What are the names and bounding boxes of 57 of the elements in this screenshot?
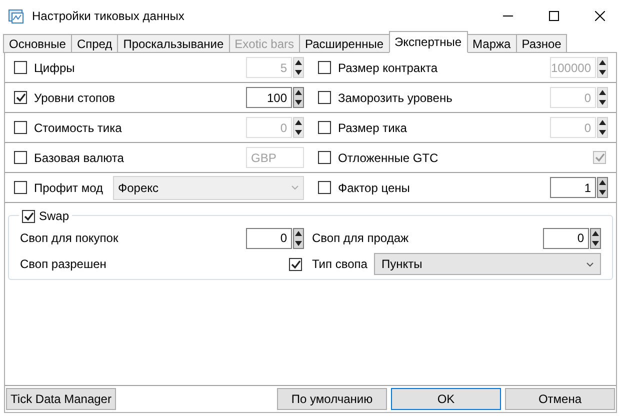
option-label: Заморозить уровень — [338, 90, 452, 106]
tab[interactable]: Расширенные — [299, 34, 390, 53]
checkbox[interactable] — [14, 61, 27, 74]
checkbox[interactable] — [318, 61, 331, 74]
checkbox[interactable] — [14, 181, 27, 194]
chevron-down-icon — [586, 262, 594, 266]
tab[interactable]: Проскальзывание — [117, 34, 230, 53]
option-label: Уровни стопов — [34, 90, 116, 106]
checkbox[interactable] — [14, 91, 27, 104]
dialog-button[interactable]: По умолчанию — [277, 388, 387, 410]
dropdown[interactable]: Пункты — [374, 253, 601, 275]
checkbox[interactable] — [22, 210, 35, 222]
checkmark-icon — [290, 260, 300, 268]
tab[interactable]: Разное — [516, 34, 568, 53]
checkbox[interactable] — [318, 91, 331, 104]
tab[interactable]: Экспертные — [388, 31, 468, 53]
option-label: Фактор цены — [338, 180, 410, 196]
group-label: Swap — [39, 208, 70, 225]
number-field[interactable]: 1 — [550, 177, 596, 198]
checkbox[interactable] — [14, 121, 27, 134]
field-label: Своп для продаж — [312, 230, 409, 247]
chevron-down-icon — [291, 185, 299, 190]
number-field[interactable]: 0 — [246, 228, 292, 248]
option-label: Базовая валюта — [34, 150, 124, 166]
number-field[interactable]: 100 — [246, 87, 292, 108]
option-label: Отложенные GTC — [338, 150, 438, 166]
field-label: Своп разрешен — [20, 256, 106, 273]
option-label: Стоимость тика — [34, 120, 122, 136]
window-title: Настройки тиковых данных — [32, 8, 184, 24]
spinner-arrows-icon[interactable] — [293, 87, 304, 108]
checkbox[interactable] — [318, 121, 331, 134]
tab[interactable]: Маржа — [466, 34, 517, 53]
option-label: Размер контракта — [338, 60, 438, 76]
option-label: Размер тика — [338, 120, 407, 136]
number-field[interactable]: 0 — [543, 228, 589, 248]
checkmark-icon — [16, 93, 26, 102]
checkbox[interactable] — [289, 258, 302, 270]
option-label: Цифры — [34, 60, 75, 76]
field-label: Своп для покупок — [20, 230, 118, 247]
spinner-arrows-icon[interactable] — [293, 228, 304, 248]
maximize-icon[interactable] — [549, 10, 559, 20]
spinner-arrows-icon[interactable] — [590, 228, 601, 248]
tab[interactable]: Основные — [3, 34, 72, 53]
checkbox[interactable] — [14, 151, 27, 164]
checkmark-icon — [594, 152, 604, 162]
checkmark-icon — [24, 212, 34, 220]
field-label: Тип свопа — [312, 256, 368, 273]
dialog-button[interactable]: Tick Data Manager — [6, 388, 116, 410]
dialog-button[interactable]: OK — [391, 388, 501, 410]
option-label: Профит мод — [34, 180, 104, 196]
checkbox[interactable] — [318, 181, 331, 194]
dialog-button[interactable]: Отмена — [505, 388, 615, 410]
tab[interactable]: Спред — [70, 34, 118, 53]
chart-window-icon — [8, 8, 24, 24]
close-icon[interactable] — [595, 10, 605, 20]
spinner-arrows-icon[interactable] — [597, 177, 608, 198]
checkbox[interactable] — [318, 151, 331, 164]
